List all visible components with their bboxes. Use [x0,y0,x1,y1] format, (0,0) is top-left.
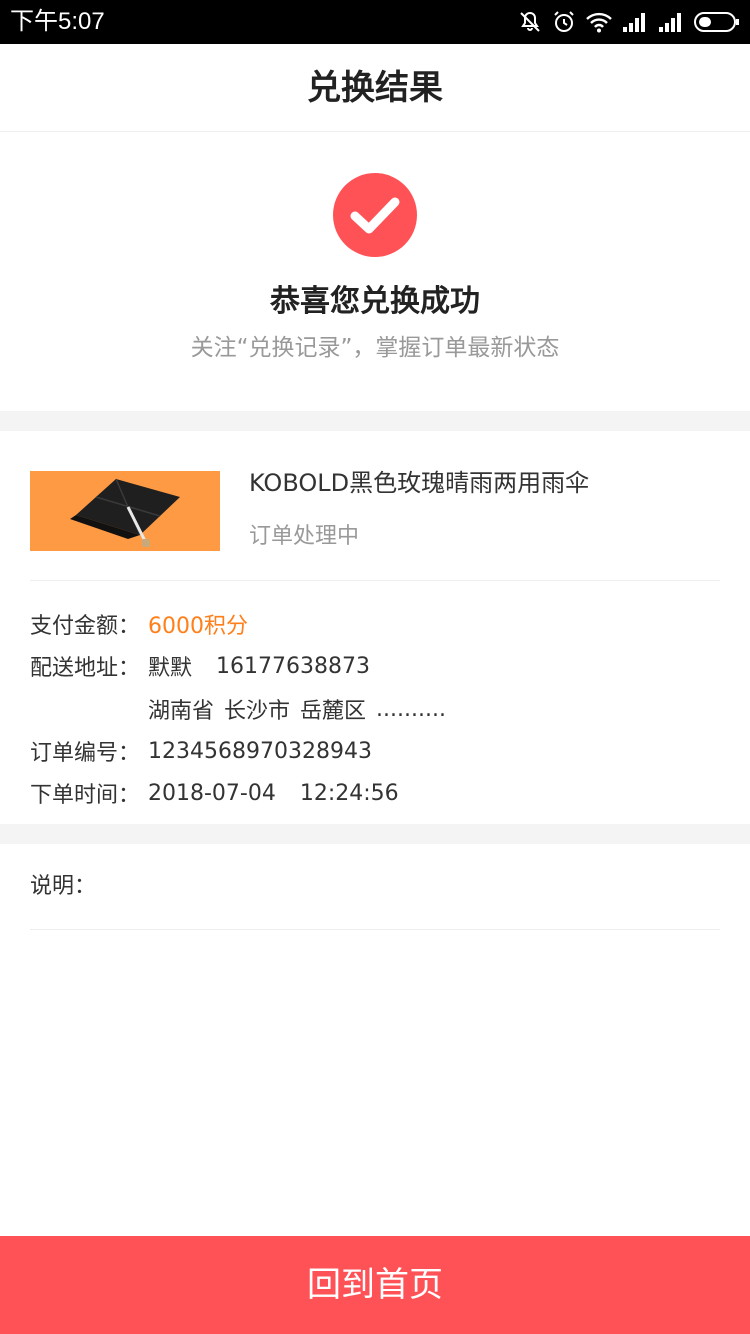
recipient-phone: 16177638873 [216,653,370,679]
success-title: 恭喜您兑换成功 [270,284,480,319]
order-time-row: 下单时间： 2018-07-04 12:24:56 [30,776,399,810]
order-card[interactable]: KOBOLD黑色玫瑰晴雨两用雨伞 订单处理中 支付金额： 6000积分 配送地址… [0,431,750,824]
status-bar: 下午5:07 [0,0,750,44]
address-more: .......... [376,696,446,722]
alarm-icon [552,10,576,34]
payment-row: 支付金额： 6000积分 [30,607,248,641]
notes-section: 说明： [0,844,750,1236]
signal-icon [658,11,684,33]
order-time: 12:24:56 [299,780,399,806]
back-home-button[interactable]: 回到首页 [0,1236,750,1334]
status-time: 下午5:07 [10,8,105,35]
order-number: 1234568970328943 [148,738,372,764]
section-gap [0,824,750,844]
address-city: 长沙市 [224,699,291,724]
address-detail-row: 湖南省 长沙市 岳麓区 .......... [148,692,446,726]
battery-icon [694,11,740,33]
payment-value: 6000积分 [148,614,248,639]
product-name[interactable]: KOBOLD黑色玫瑰晴雨两用雨伞 [249,465,589,501]
order-date: 2018-07-04 [148,780,276,806]
success-section: 恭喜您兑换成功 关注“兑换记录”，掌握订单最新状态 [0,132,750,411]
signal-icon [622,11,648,33]
payment-label: 支付金额： [30,614,141,639]
wifi-icon [586,11,612,33]
check-circle-icon [333,173,417,257]
mute-icon [518,10,542,34]
order-time-label: 下单时间： [30,783,141,808]
divider [30,929,720,930]
address-row: 配送地址： 默默 16177638873 [30,649,370,683]
section-gap [0,411,750,431]
status-icons [518,8,740,36]
divider [30,580,720,581]
recipient-name: 默默 [148,656,193,681]
order-number-label: 订单编号： [30,741,141,766]
order-status: 订单处理中 [249,524,360,549]
order-number-row: 订单编号： 1234568970328943 [30,734,372,768]
product-image[interactable] [30,471,220,551]
success-subtitle: 关注“兑换记录”，掌握订单最新状态 [190,335,560,361]
address-label: 配送地址： [30,656,141,681]
address-province: 湖南省 [148,699,215,724]
title-bar: 兑换结果 [0,44,750,132]
page-title: 兑换结果 [307,68,443,108]
address-district: 岳麓区 [300,699,367,724]
notes-label: 说明： [30,874,97,899]
